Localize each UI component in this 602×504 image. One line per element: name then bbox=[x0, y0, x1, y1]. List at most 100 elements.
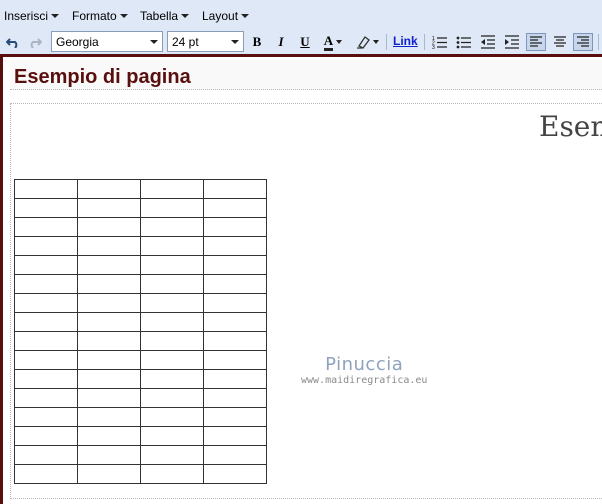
table-cell[interactable] bbox=[140, 445, 204, 465]
redo-icon[interactable] bbox=[26, 33, 44, 51]
numbered-list-icon[interactable]: 123 bbox=[431, 33, 449, 51]
table-cell[interactable] bbox=[140, 217, 204, 237]
table-row bbox=[14, 293, 267, 313]
table-cell[interactable] bbox=[203, 255, 267, 275]
table-cell[interactable] bbox=[203, 369, 267, 389]
table-cell[interactable] bbox=[140, 255, 204, 275]
table-cell[interactable] bbox=[203, 426, 267, 446]
italic-button[interactable]: I bbox=[274, 32, 288, 52]
table-cell[interactable] bbox=[203, 388, 267, 408]
table-cell[interactable] bbox=[14, 236, 78, 256]
decrease-indent-icon[interactable] bbox=[479, 33, 497, 51]
table-cell[interactable] bbox=[203, 217, 267, 237]
table-cell[interactable] bbox=[140, 198, 204, 218]
undo-icon[interactable] bbox=[4, 33, 22, 51]
table-cell[interactable] bbox=[140, 369, 204, 389]
table-cell[interactable] bbox=[203, 312, 267, 332]
table-cell[interactable] bbox=[140, 426, 204, 446]
increase-indent-icon[interactable] bbox=[503, 33, 521, 51]
table-row bbox=[14, 198, 267, 218]
table-cell[interactable] bbox=[14, 445, 78, 465]
table-cell[interactable] bbox=[140, 464, 204, 484]
table-cell[interactable] bbox=[140, 293, 204, 313]
table-cell[interactable] bbox=[140, 407, 204, 427]
table-cell[interactable] bbox=[77, 426, 141, 446]
table-cell[interactable] bbox=[77, 274, 141, 294]
menu-tabella[interactable]: Tabella bbox=[140, 9, 190, 23]
table-cell[interactable] bbox=[77, 236, 141, 256]
table-cell[interactable] bbox=[14, 369, 78, 389]
menu-inserisci[interactable]: Inserisci bbox=[4, 9, 60, 23]
table-cell[interactable] bbox=[203, 179, 267, 199]
table-cell[interactable] bbox=[14, 255, 78, 275]
table-cell[interactable] bbox=[77, 255, 141, 275]
table-cell[interactable] bbox=[14, 293, 78, 313]
table-cell[interactable] bbox=[203, 198, 267, 218]
table-cell[interactable] bbox=[203, 236, 267, 256]
table-cell[interactable] bbox=[77, 350, 141, 370]
table-cell[interactable] bbox=[14, 388, 78, 408]
table-cell[interactable] bbox=[14, 407, 78, 427]
bold-button[interactable]: B bbox=[250, 32, 264, 52]
table-cell[interactable] bbox=[203, 407, 267, 427]
table-cell[interactable] bbox=[14, 350, 78, 370]
highlight-color-button[interactable] bbox=[354, 32, 380, 52]
table-cell[interactable] bbox=[203, 464, 267, 484]
table-cell[interactable] bbox=[14, 198, 78, 218]
content-table[interactable] bbox=[14, 179, 267, 484]
table-cell[interactable] bbox=[77, 407, 141, 427]
table-cell[interactable] bbox=[14, 274, 78, 294]
table-cell[interactable] bbox=[77, 464, 141, 484]
table-cell[interactable] bbox=[140, 350, 204, 370]
table-cell[interactable] bbox=[77, 198, 141, 218]
align-left-icon[interactable] bbox=[526, 33, 546, 51]
table-row bbox=[14, 388, 267, 408]
table-cell[interactable] bbox=[77, 293, 141, 313]
page-title-field[interactable]: Esempio di pagina bbox=[10, 60, 602, 90]
table-cell[interactable] bbox=[14, 312, 78, 332]
underline-button[interactable]: U bbox=[298, 32, 312, 52]
table-row bbox=[14, 179, 267, 199]
table-cell[interactable] bbox=[77, 217, 141, 237]
watermark-name: Pinuccia bbox=[325, 354, 404, 375]
table-cell[interactable] bbox=[77, 312, 141, 332]
table-cell[interactable] bbox=[14, 217, 78, 237]
table-cell[interactable] bbox=[140, 331, 204, 351]
font-size-select[interactable]: 24 pt bbox=[167, 31, 244, 52]
table-cell[interactable] bbox=[140, 388, 204, 408]
table-cell[interactable] bbox=[14, 179, 78, 199]
table-cell[interactable] bbox=[14, 426, 78, 446]
menu-layout[interactable]: Layout bbox=[202, 9, 250, 23]
table-cell[interactable] bbox=[140, 236, 204, 256]
menu-formato[interactable]: Formato bbox=[72, 9, 128, 23]
font-family-select[interactable]: Georgia bbox=[51, 31, 163, 52]
table-cell[interactable] bbox=[140, 274, 204, 294]
table-cell[interactable] bbox=[77, 179, 141, 199]
table-cell[interactable] bbox=[77, 388, 141, 408]
align-right-icon[interactable] bbox=[573, 33, 593, 51]
table-cell[interactable] bbox=[77, 331, 141, 351]
content-area[interactable]: Esem Pinuccia www.maidiregrafica.eu bbox=[10, 103, 602, 499]
table-cell[interactable] bbox=[77, 369, 141, 389]
link-button[interactable]: Link bbox=[393, 34, 418, 48]
table-cell[interactable] bbox=[140, 312, 204, 332]
table-cell[interactable] bbox=[203, 293, 267, 313]
table-cell[interactable] bbox=[14, 331, 78, 351]
align-center-icon[interactable] bbox=[551, 33, 569, 51]
editor-page[interactable]: Esempio di pagina Esem Pinuccia www.maid… bbox=[3, 57, 602, 504]
table-row bbox=[14, 217, 267, 237]
toolbar-separator bbox=[386, 34, 387, 50]
watermark-url: www.maidiregrafica.eu bbox=[301, 375, 428, 386]
text-color-button[interactable]: A bbox=[320, 32, 346, 52]
table-row bbox=[14, 236, 267, 256]
table-cell[interactable] bbox=[14, 464, 78, 484]
table-cell[interactable] bbox=[140, 179, 204, 199]
table-cell[interactable] bbox=[77, 445, 141, 465]
table-cell[interactable] bbox=[203, 350, 267, 370]
bulleted-list-icon[interactable] bbox=[455, 33, 473, 51]
table-cell[interactable] bbox=[203, 274, 267, 294]
chevron-down-icon bbox=[336, 40, 343, 44]
table-cell[interactable] bbox=[203, 445, 267, 465]
table-cell[interactable] bbox=[203, 331, 267, 351]
table-row bbox=[14, 350, 267, 370]
